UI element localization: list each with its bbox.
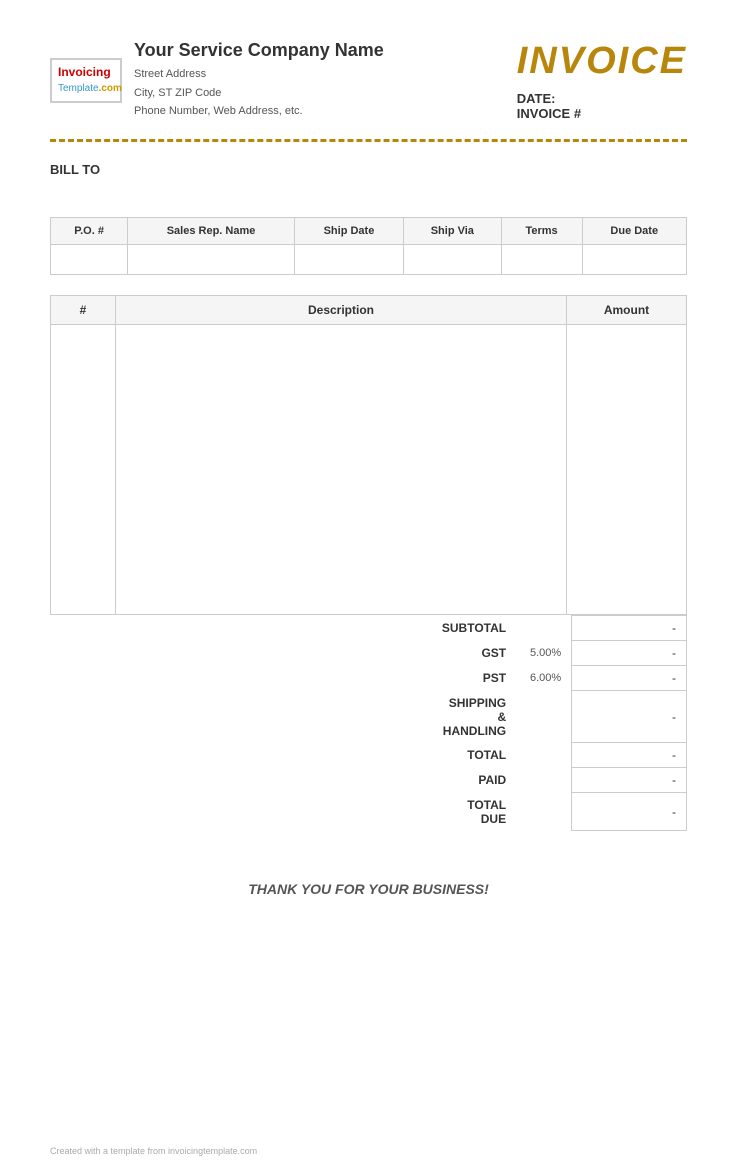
- subtotal-spacer: [50, 616, 432, 641]
- total-due-spacer: [50, 793, 432, 831]
- gst-rate: 5.00%: [512, 641, 572, 666]
- subtotal-rate: [512, 616, 572, 641]
- col-ship-via: Ship Via: [404, 218, 502, 245]
- col-item-num: #: [51, 296, 116, 325]
- total-label: TOTAL: [432, 743, 512, 768]
- logo: Invoicing Template.com: [50, 58, 122, 110]
- footer-credit: Created with a template from invoicingte…: [50, 1146, 257, 1156]
- logo-template-text: Template: [58, 83, 99, 94]
- item-rows-body: [51, 325, 687, 615]
- street-address: Street Address: [134, 65, 384, 84]
- col-terms: Terms: [501, 218, 582, 245]
- pst-rate: 6.00%: [512, 666, 572, 691]
- total-row: TOTAL -: [50, 743, 687, 768]
- gst-label: GST: [432, 641, 512, 666]
- paid-row: PAID -: [50, 768, 687, 793]
- separator: [50, 139, 687, 142]
- total-spacer: [50, 743, 432, 768]
- date-label: DATE:: [517, 91, 687, 106]
- total-due-label: TOTAL DUE: [432, 793, 512, 831]
- col-description: Description: [116, 296, 567, 325]
- company-details: Street Address City, ST ZIP Code Phone N…: [134, 65, 384, 121]
- col-due-date: Due Date: [582, 218, 686, 245]
- header: Invoicing Template.com Your Service Comp…: [50, 40, 687, 121]
- totals-table: SUBTOTAL - GST 5.00% - PST 6.00% - SHIPP…: [50, 615, 687, 831]
- shipping-value: -: [572, 691, 687, 743]
- total-due-row: TOTAL DUE -: [50, 793, 687, 831]
- col-amount: Amount: [567, 296, 687, 325]
- pst-spacer: [50, 666, 432, 691]
- logo-dotcom-text: .com: [99, 83, 122, 94]
- paid-rate: [512, 768, 572, 793]
- pst-label: PST: [432, 666, 512, 691]
- pst-row: PST 6.00% -: [50, 666, 687, 691]
- total-due-rate: [512, 793, 572, 831]
- info-table-header-row: P.O. # Sales Rep. Name Ship Date Ship Vi…: [51, 218, 687, 245]
- items-table: # Description Amount: [50, 295, 687, 615]
- total-due-value: -: [572, 793, 687, 831]
- company-name: Your Service Company Name: [134, 40, 384, 61]
- city-state-zip: City, ST ZIP Code: [134, 84, 384, 103]
- subtotal-value: -: [572, 616, 687, 641]
- ship-date-value: [294, 245, 403, 275]
- sales-rep-value: [128, 245, 295, 275]
- invoice-num-label: INVOICE #: [517, 106, 687, 121]
- invoice-title: INVOICE: [517, 40, 687, 83]
- col-sales-rep: Sales Rep. Name: [128, 218, 295, 245]
- logo-invoicing-text: Invoicing: [58, 65, 111, 79]
- invoice-meta: DATE: INVOICE #: [517, 91, 687, 121]
- ship-via-value: [404, 245, 502, 275]
- item-num-cell: [51, 325, 116, 615]
- shipping-row: SHIPPING & HANDLING -: [50, 691, 687, 743]
- gst-row: GST 5.00% -: [50, 641, 687, 666]
- info-table-data-row: [51, 245, 687, 275]
- po-num-value: [51, 245, 128, 275]
- paid-label: PAID: [432, 768, 512, 793]
- header-left: Invoicing Template.com Your Service Comp…: [50, 40, 384, 121]
- thank-you-message: THANK YOU FOR YOUR BUSINESS!: [50, 881, 687, 897]
- gst-value: -: [572, 641, 687, 666]
- gst-spacer: [50, 641, 432, 666]
- shipping-spacer: [50, 691, 432, 743]
- total-value: -: [572, 743, 687, 768]
- item-desc-cell: [116, 325, 567, 615]
- terms-value: [501, 245, 582, 275]
- shipping-label: SHIPPING & HANDLING: [432, 691, 512, 743]
- header-right: INVOICE DATE: INVOICE #: [517, 40, 687, 121]
- due-date-value: [582, 245, 686, 275]
- paid-spacer: [50, 768, 432, 793]
- col-ship-date: Ship Date: [294, 218, 403, 245]
- company-info: Your Service Company Name Street Address…: [134, 40, 384, 121]
- phone-web: Phone Number, Web Address, etc.: [134, 102, 384, 121]
- col-po-num: P.O. #: [51, 218, 128, 245]
- subtotal-row: SUBTOTAL -: [50, 616, 687, 641]
- bill-to-label: BILL TO: [50, 162, 687, 177]
- invoice-page: Invoicing Template.com Your Service Comp…: [0, 0, 737, 1171]
- pst-value: -: [572, 666, 687, 691]
- shipping-rate: [512, 691, 572, 743]
- info-table: P.O. # Sales Rep. Name Ship Date Ship Vi…: [50, 217, 687, 275]
- paid-value: -: [572, 768, 687, 793]
- items-header-row: # Description Amount: [51, 296, 687, 325]
- total-rate: [512, 743, 572, 768]
- subtotal-label: SUBTOTAL: [432, 616, 512, 641]
- item-amount-cell: [567, 325, 687, 615]
